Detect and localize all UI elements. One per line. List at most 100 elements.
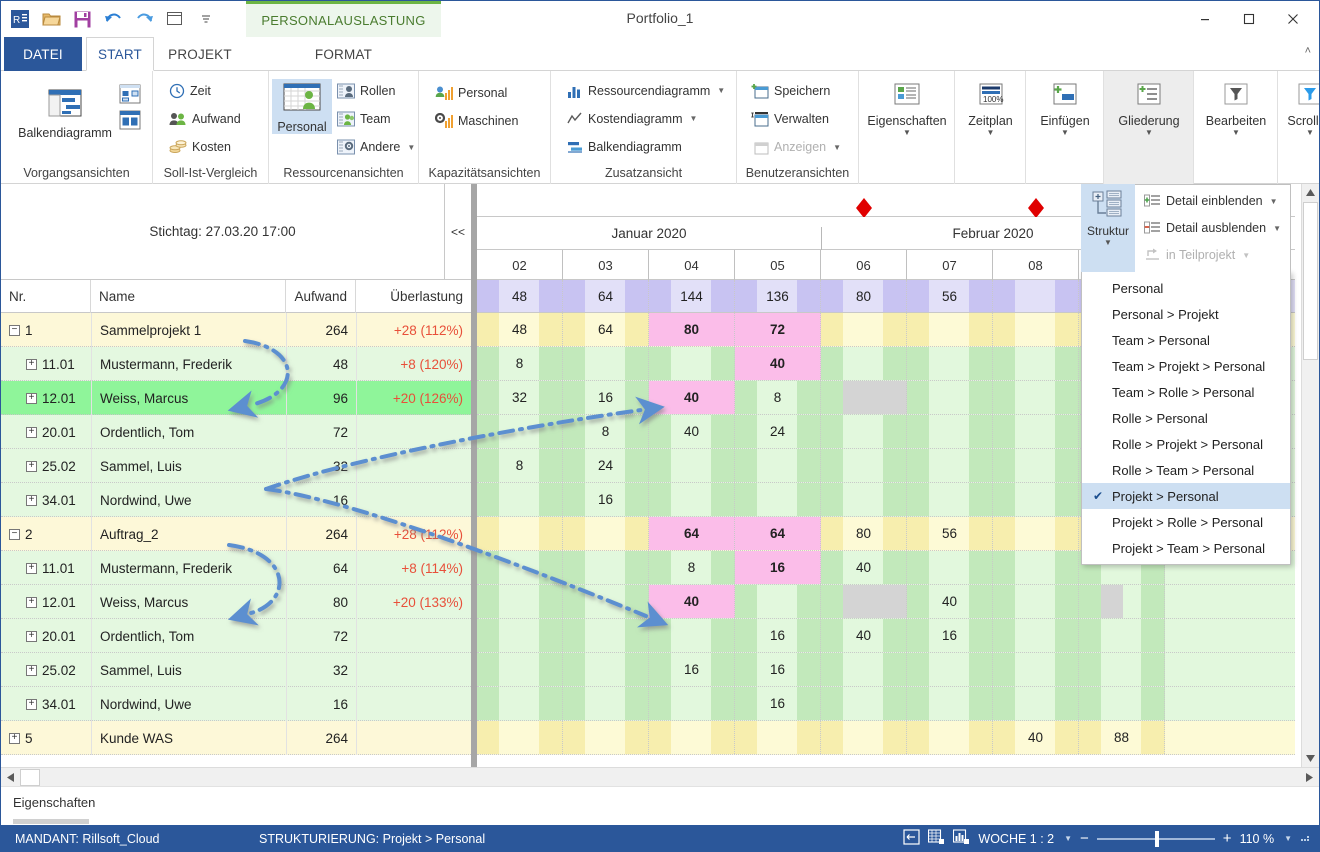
timeline-cell[interactable]: 88 — [1079, 721, 1165, 754]
timeline-cell[interactable] — [563, 687, 649, 720]
timeline-cell[interactable] — [821, 585, 907, 618]
fit-view-icon[interactable] — [903, 829, 920, 848]
minimize-button[interactable] — [1183, 4, 1227, 34]
vertical-scrollbar[interactable] — [1301, 184, 1319, 767]
table-row[interactable]: +34.01 Nordwind, Uwe 16 — [1, 483, 471, 517]
zeit-button[interactable]: Zeit — [169, 83, 211, 99]
timeline-cell[interactable]: 80 — [821, 517, 907, 550]
expand-icon[interactable]: + — [26, 392, 37, 404]
timeline-cell[interactable] — [993, 449, 1079, 482]
timeline-cell[interactable]: 16 — [735, 653, 821, 686]
expand-icon[interactable]: + — [26, 664, 37, 676]
timeline-cell[interactable]: 8 — [563, 415, 649, 448]
milestone-marker[interactable] — [856, 190, 872, 218]
aufwand-button[interactable]: Aufwand — [169, 111, 241, 127]
timeline-cell[interactable] — [477, 483, 563, 516]
timeline-cell[interactable]: 64 — [649, 517, 735, 550]
timeline-cell[interactable] — [821, 381, 907, 414]
timeline-cell[interactable] — [907, 653, 993, 686]
timeline-cell[interactable] — [993, 619, 1079, 652]
tab-projekt[interactable]: PROJEKT — [156, 37, 244, 71]
timeline-cell[interactable]: 16 — [735, 687, 821, 720]
timeline-cell[interactable]: 64 — [735, 517, 821, 550]
timeline-cell[interactable] — [649, 347, 735, 380]
timeline-cell[interactable]: 64 — [563, 313, 649, 346]
timeline-cell[interactable] — [821, 347, 907, 380]
timeline-cell[interactable] — [993, 313, 1079, 346]
timeline-cell[interactable] — [649, 687, 735, 720]
personal-view-button[interactable]: Personal — [272, 79, 332, 134]
app-logo-icon[interactable]: R — [9, 8, 31, 30]
horizontal-scrollbar[interactable] — [1, 767, 1319, 786]
struktur-menu-item[interactable]: Rolle > Team > Personal — [1082, 457, 1290, 483]
timeline-cell[interactable] — [907, 347, 993, 380]
collapse-ribbon-button[interactable]: ˄ — [1305, 45, 1311, 57]
timeline-cell[interactable] — [735, 721, 821, 754]
struktur-menu-item[interactable]: Team > Projekt > Personal — [1082, 353, 1290, 379]
tile-view-button[interactable] — [117, 109, 143, 131]
week-label[interactable]: 07 — [907, 250, 993, 280]
timeline-cell[interactable] — [735, 585, 821, 618]
timeline-row[interactable]: 16 — [477, 687, 1295, 721]
struktur-menu-item[interactable]: Projekt > Team > Personal — [1082, 535, 1290, 561]
timeline-cell[interactable] — [993, 653, 1079, 686]
scrollen-button[interactable]: Scrollen ▼ — [1278, 79, 1319, 137]
timeline-cell[interactable] — [563, 653, 649, 686]
week-label[interactable]: 05 — [735, 250, 821, 280]
timeline-cell[interactable]: 24 — [563, 449, 649, 482]
struktur-menu-item[interactable]: ✔ Projekt > Personal — [1082, 483, 1290, 509]
timeline-cell[interactable] — [477, 415, 563, 448]
table-row[interactable]: +25.02 Sammel, Luis 32 — [1, 653, 471, 687]
timeline-cell[interactable] — [477, 551, 563, 584]
timeline-cell[interactable] — [1079, 585, 1165, 618]
in-teilprojekt-caret-icon[interactable]: ▼ — [1242, 251, 1250, 260]
table-row[interactable]: +34.01 Nordwind, Uwe 16 — [1, 687, 471, 721]
timeline-cell[interactable] — [563, 619, 649, 652]
timeline-cell[interactable] — [563, 347, 649, 380]
week-label[interactable]: 02 — [477, 250, 563, 280]
timeline-cell[interactable] — [821, 415, 907, 448]
timeline-cell[interactable] — [477, 619, 563, 652]
expand-icon[interactable]: + — [26, 494, 37, 506]
save-icon[interactable] — [71, 8, 93, 30]
timeline-cell[interactable]: 8 — [477, 347, 563, 380]
kapazitaet-maschinen-button[interactable]: Maschinen — [435, 113, 518, 129]
einfuegen-button[interactable]: Einfügen ▼ — [1026, 79, 1104, 137]
eigenschaften-caret-icon[interactable]: ▼ — [903, 129, 911, 137]
verwalten-view-button[interactable]: Verwalten — [751, 111, 829, 127]
timeline-cell[interactable] — [735, 449, 821, 482]
scroll-down-button[interactable] — [1302, 750, 1319, 767]
timeline-cell[interactable] — [477, 687, 563, 720]
struktur-menu-item[interactable]: Rolle > Projekt > Personal — [1082, 431, 1290, 457]
timeline-cell[interactable] — [649, 449, 735, 482]
ressourcendiagramm-button[interactable]: Ressourcendiagramm ▼ — [567, 83, 725, 98]
table-row[interactable]: −2 Auftrag_2 264 +28 (112%) — [1, 517, 471, 551]
einfuegen-caret-icon[interactable]: ▼ — [1061, 129, 1069, 137]
timeline-cell[interactable]: 80 — [649, 313, 735, 346]
table-row[interactable]: +20.01 Ordentlich, Tom 72 — [1, 415, 471, 449]
timeline-cell[interactable] — [993, 381, 1079, 414]
horizontal-scroll-thumb-left[interactable] — [20, 769, 40, 786]
maximize-button[interactable] — [1227, 4, 1271, 34]
timeline-cell[interactable] — [1079, 619, 1165, 652]
timeline-cell[interactable] — [907, 551, 993, 584]
tab-format[interactable]: FORMAT — [246, 37, 441, 71]
timeline-cell[interactable]: 40 — [649, 585, 735, 618]
tab-datei[interactable]: DATEI — [4, 37, 82, 71]
timeline-cell[interactable] — [821, 449, 907, 482]
timeline-cell[interactable]: 8 — [735, 381, 821, 414]
zoom-slider-thumb[interactable] — [1154, 830, 1159, 847]
andere-caret-icon[interactable]: ▼ — [407, 143, 415, 152]
week-label[interactable]: 04 — [649, 250, 735, 280]
timeline-cell[interactable]: 64 — [563, 280, 649, 312]
in-teilprojekt-button[interactable]: in Teilprojekt ▼ — [1144, 247, 1250, 263]
detail-ausblenden-caret-icon[interactable]: ▼ — [1273, 224, 1281, 233]
timeline-cell[interactable]: 32 — [477, 381, 563, 414]
expand-icon[interactable]: + — [26, 358, 37, 370]
timeline-cell[interactable] — [477, 721, 563, 754]
timeline-cell[interactable] — [1079, 653, 1165, 686]
expand-icon[interactable]: + — [9, 732, 20, 744]
detail-einblenden-button[interactable]: Detail einblenden ▼ — [1144, 193, 1278, 209]
status-timescale-caret-icon[interactable]: ▼ — [1064, 834, 1072, 843]
struktur-menu-item[interactable]: Personal — [1082, 275, 1290, 301]
